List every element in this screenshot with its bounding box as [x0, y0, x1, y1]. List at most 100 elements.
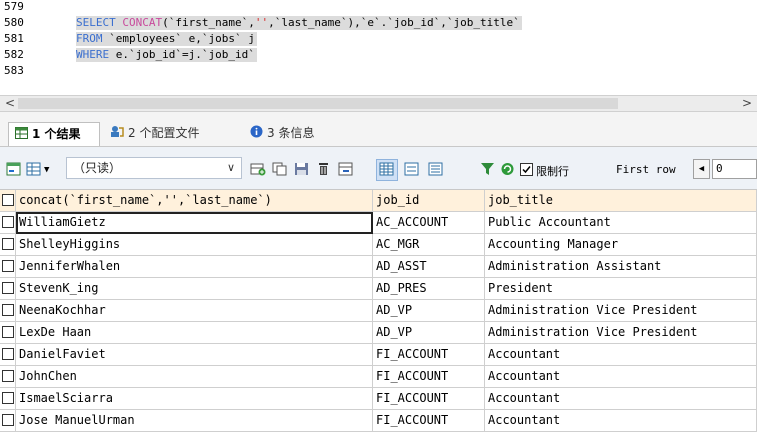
row-select-cell[interactable] [0, 410, 16, 432]
table-cell[interactable]: JohnChen [16, 366, 373, 388]
table-cell[interactable]: Accountant [485, 366, 757, 388]
row-checkbox[interactable] [2, 282, 14, 294]
table-cell[interactable]: FI_ACCOUNT [373, 388, 485, 410]
select-all-cell[interactable] [0, 190, 16, 212]
table-row[interactable]: JenniferWhalen AD_ASST Administration Assi… [0, 256, 757, 278]
table-cell[interactable]: IsmaelSciarra [16, 388, 373, 410]
filter-button[interactable] [480, 161, 496, 179]
duplicate-row-button[interactable] [272, 161, 288, 179]
table-cell[interactable]: Accountant [485, 388, 757, 410]
column-header[interactable]: job_title [485, 190, 757, 212]
row-checkbox[interactable] [2, 348, 14, 360]
editor-line[interactable]: 581 FROM `employees` e,`jobs` j [0, 32, 757, 46]
table-cell[interactable]: Accountant [485, 344, 757, 366]
table-cell[interactable]: AC_MGR [373, 234, 485, 256]
row-checkbox[interactable] [2, 392, 14, 404]
tab-profiles[interactable]: 2 个配置文件 [104, 122, 244, 146]
refresh-grid-button[interactable] [338, 161, 354, 179]
text-view-button[interactable] [428, 161, 444, 179]
row-checkbox[interactable] [2, 326, 14, 338]
table-header-row[interactable]: concat(`first_name`,'',`last_name`) job_i… [0, 190, 757, 212]
sql-editor[interactable]: 579 580 SELECT CONCAT(`first_name`,'',`las… [0, 0, 757, 95]
editor-line[interactable]: 583 [0, 64, 757, 78]
sql-token: FROM [76, 32, 110, 45]
tab-results[interactable]: 1 个结果 [8, 122, 100, 146]
tab-messages[interactable]: 3 条信息 [244, 122, 344, 146]
table-row[interactable]: ShelleyHiggins AC_MGR Accounting Manager [0, 234, 757, 256]
table-cell[interactable]: FI_ACCOUNT [373, 366, 485, 388]
column-header[interactable]: concat(`first_name`,'',`last_name`) [16, 190, 373, 212]
row-checkbox[interactable] [2, 260, 14, 272]
row-checkbox[interactable] [2, 414, 14, 426]
column-header[interactable]: job_id [373, 190, 485, 212]
table-cell[interactable]: AC_ACCOUNT [373, 212, 485, 234]
table-row[interactable]: WilliamGietz AC_ACCOUNT Public Accountant [0, 212, 757, 234]
table-row[interactable]: Jose ManuelUrman FI_ACCOUNT Accountant [0, 410, 757, 432]
table-cell[interactable]: NeenaKochhar [16, 300, 373, 322]
row-select-cell[interactable] [0, 300, 16, 322]
grid-mode-button[interactable]: ▼ [26, 161, 49, 179]
table-cell[interactable]: Jose ManuelUrman [16, 410, 373, 432]
delete-row-button[interactable] [316, 161, 332, 179]
table-row[interactable]: LexDe Haan AD_VP Administration Vice Presi… [0, 322, 757, 344]
grid-view-button[interactable] [376, 159, 398, 181]
row-checkbox[interactable] [2, 370, 14, 382]
previous-page-button[interactable]: ◀ [693, 159, 710, 179]
reset-filter-button[interactable] [500, 161, 516, 179]
table-cell[interactable]: AD_PRES [373, 278, 485, 300]
row-select-cell[interactable] [0, 388, 16, 410]
table-cell[interactable]: Accountant [485, 410, 757, 432]
table-cell[interactable]: Administration Vice President [485, 300, 757, 322]
table-cell[interactable]: WilliamGietz [16, 212, 373, 234]
readonly-select[interactable]: （只读） ∨ [66, 157, 242, 179]
editor-line[interactable]: 580 SELECT CONCAT(`first_name`,'',`last_n… [0, 16, 757, 30]
table-cell[interactable]: AD_VP [373, 300, 485, 322]
table-cell[interactable]: StevenK_ing [16, 278, 373, 300]
scroll-left-icon[interactable]: < [2, 96, 18, 111]
insert-row-button[interactable] [250, 161, 266, 179]
form-view-button[interactable] [404, 161, 420, 179]
result-grid-icon [15, 124, 28, 146]
export-button[interactable] [6, 161, 22, 179]
scrollbar-thumb[interactable] [18, 98, 618, 109]
row-select-cell[interactable] [0, 322, 16, 344]
row-checkbox[interactable] [2, 216, 14, 228]
row-select-cell[interactable] [0, 366, 16, 388]
table-cell[interactable]: FI_ACCOUNT [373, 344, 485, 366]
sql-token: ,`last_name`),`e`.`job_id`,`job_title` [268, 16, 520, 29]
limit-rows-checkbox[interactable] [520, 161, 533, 179]
scroll-right-icon[interactable]: > [739, 96, 755, 111]
table-row[interactable]: JohnChen FI_ACCOUNT Accountant [0, 366, 757, 388]
table-cell[interactable]: President [485, 278, 757, 300]
info-icon [250, 123, 263, 145]
row-select-cell[interactable] [0, 212, 16, 234]
table-cell[interactable]: JenniferWhalen [16, 256, 373, 278]
row-checkbox[interactable] [2, 304, 14, 316]
save-button[interactable] [294, 161, 310, 179]
table-row[interactable]: StevenK_ing AD_PRES President [0, 278, 757, 300]
first-row-input[interactable]: 0 [712, 159, 757, 179]
row-select-cell[interactable] [0, 256, 16, 278]
table-cell[interactable]: LexDe Haan [16, 322, 373, 344]
editor-horizontal-scrollbar[interactable]: < > [0, 95, 757, 112]
row-select-cell[interactable] [0, 234, 16, 256]
select-all-checkbox[interactable] [2, 194, 14, 206]
table-cell[interactable]: Accounting Manager [485, 234, 757, 256]
table-cell[interactable]: FI_ACCOUNT [373, 410, 485, 432]
table-row[interactable]: IsmaelSciarra FI_ACCOUNT Accountant [0, 388, 757, 410]
text-view-icon [428, 161, 444, 180]
table-cell[interactable]: DanielFaviet [16, 344, 373, 366]
table-row[interactable]: DanielFaviet FI_ACCOUNT Accountant [0, 344, 757, 366]
table-cell[interactable]: AD_VP [373, 322, 485, 344]
editor-line[interactable]: 582 WHERE e.`job_id`=j.`job_id` [0, 48, 757, 62]
row-checkbox[interactable] [2, 238, 14, 250]
row-select-cell[interactable] [0, 344, 16, 366]
table-cell[interactable]: Administration Assistant [485, 256, 757, 278]
table-cell[interactable]: Public Accountant [485, 212, 757, 234]
table-cell[interactable]: AD_ASST [373, 256, 485, 278]
table-cell[interactable]: Administration Vice President [485, 322, 757, 344]
table-cell[interactable]: ShelleyHiggins [16, 234, 373, 256]
editor-line[interactable]: 579 [0, 0, 757, 14]
row-select-cell[interactable] [0, 278, 16, 300]
table-row[interactable]: NeenaKochhar AD_VP Administration Vice Pre… [0, 300, 757, 322]
